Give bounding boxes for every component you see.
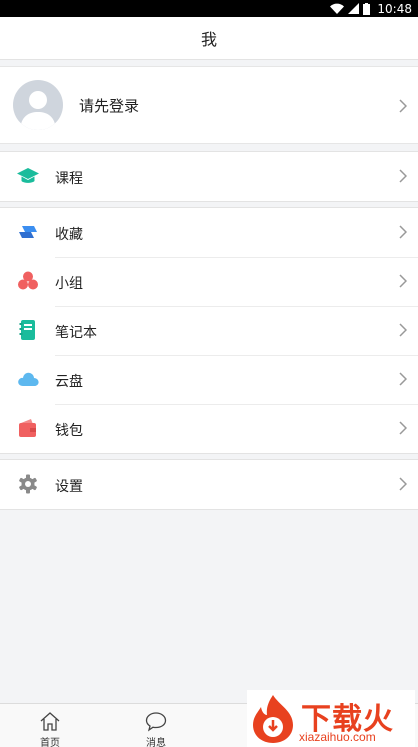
menu-item-label: 设置 bbox=[55, 478, 83, 494]
menu-item-label: 笔记本 bbox=[55, 324, 97, 340]
login-label: 请先登录 bbox=[79, 98, 140, 115]
menu-item-label: 小组 bbox=[55, 275, 83, 291]
signal-icon bbox=[348, 3, 360, 14]
bookmark-icon bbox=[19, 226, 37, 238]
tab-label: 首页 bbox=[40, 738, 60, 747]
notebook-icon bbox=[19, 320, 35, 340]
menu-item-label: 钱包 bbox=[55, 422, 83, 438]
avatar bbox=[13, 80, 63, 130]
menu-item-label: 课程 bbox=[55, 170, 83, 186]
status-time: 10:48 bbox=[377, 1, 412, 16]
watermark: 下载火 xiazaihuo.com bbox=[247, 690, 415, 747]
menu-item-label: 收藏 bbox=[55, 226, 83, 242]
header: 我 bbox=[0, 17, 418, 60]
chevron-right-icon bbox=[399, 274, 407, 288]
chevron-right-icon bbox=[399, 421, 407, 435]
wallet-icon bbox=[19, 419, 36, 437]
flame-logo-icon bbox=[253, 695, 293, 743]
graduation-cap-icon bbox=[17, 168, 39, 183]
default-avatar-icon bbox=[20, 91, 56, 130]
menu-item-course[interactable]: 课程 bbox=[0, 152, 418, 201]
chevron-right-icon bbox=[399, 323, 407, 337]
page-title: 我 bbox=[200, 32, 217, 49]
watermark-url: xiazaihuo.com bbox=[299, 730, 376, 744]
menu-item-wallet[interactable]: 钱包 bbox=[0, 404, 418, 453]
menu-item-label: 云盘 bbox=[55, 373, 83, 389]
tab-home[interactable]: 首页 bbox=[0, 704, 100, 747]
menu-item-settings[interactable]: 设置 bbox=[0, 460, 418, 509]
status-bar: 10:48 bbox=[0, 0, 418, 17]
menu-item-notebook[interactable]: 笔记本 bbox=[0, 306, 418, 355]
menu-group-settings: 设置 bbox=[0, 459, 418, 510]
home-icon bbox=[40, 712, 60, 731]
tab-messages[interactable]: 消息 bbox=[106, 704, 206, 747]
battery-icon bbox=[363, 2, 371, 15]
chevron-right-icon bbox=[399, 169, 407, 183]
chevron-right-icon bbox=[399, 372, 407, 386]
gear-icon bbox=[19, 474, 37, 494]
menu-group-course: 课程 bbox=[0, 151, 418, 202]
chevron-right-icon bbox=[399, 477, 407, 491]
menu-item-cloud-drive[interactable]: 云盘 bbox=[0, 355, 418, 404]
menu-item-group[interactable]: 小组 bbox=[0, 257, 418, 306]
chevron-right-icon bbox=[399, 225, 407, 239]
login-row[interactable]: 请先登录 bbox=[0, 66, 418, 144]
tab-label: 消息 bbox=[146, 738, 166, 747]
message-icon bbox=[145, 712, 167, 732]
cloud-icon bbox=[18, 372, 39, 386]
chevron-right-icon bbox=[399, 99, 407, 113]
wifi-icon bbox=[330, 3, 345, 14]
group-icon bbox=[18, 271, 38, 290]
menu-item-favorites[interactable]: 收藏 bbox=[0, 208, 418, 257]
menu-group-main: 收藏 小组 笔记本 云盘 钱包 bbox=[0, 207, 418, 454]
